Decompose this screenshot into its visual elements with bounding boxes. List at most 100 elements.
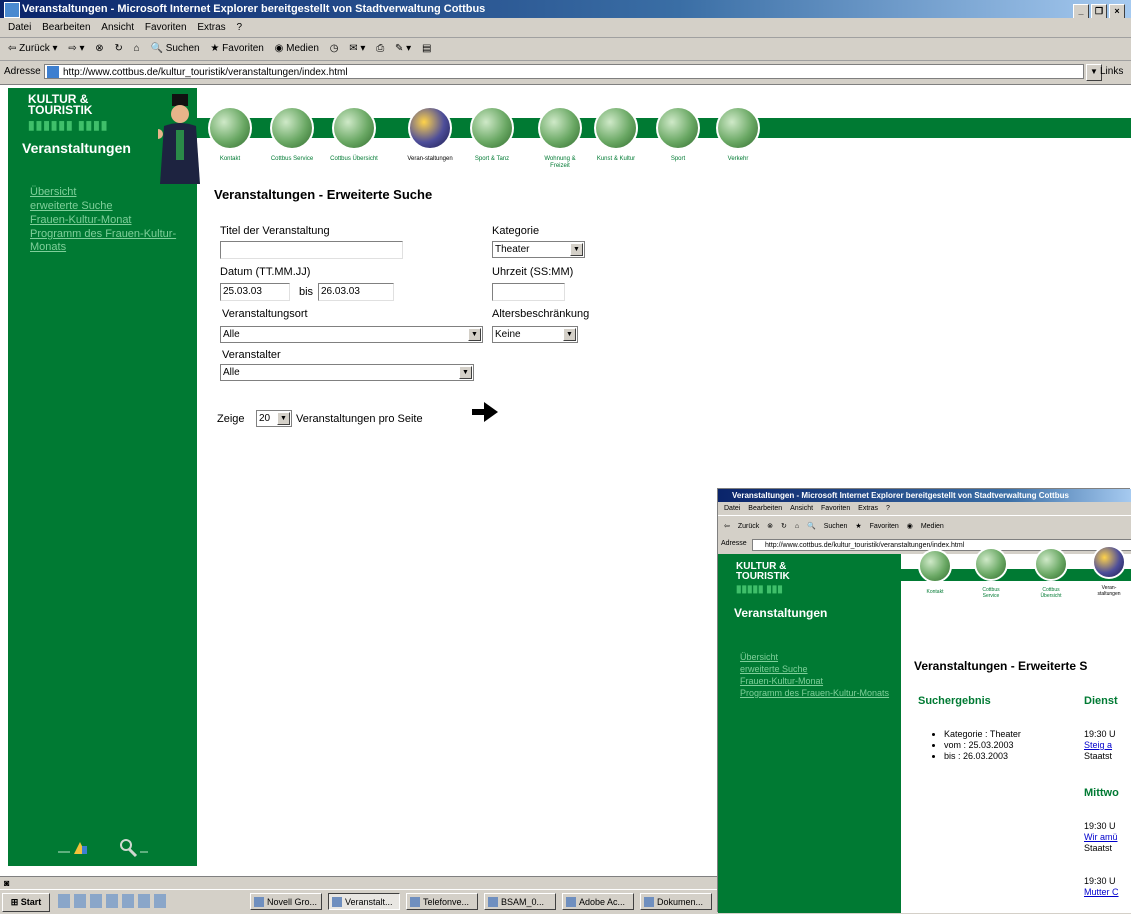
event-link[interactable]: Steig a: [1084, 740, 1112, 750]
nav-item-overview[interactable]: Cottbus Übersicht: [329, 106, 379, 163]
nav-item-leisure[interactable]: Wohnung & Freizeit: [535, 106, 585, 170]
app-quick-icon[interactable]: [122, 894, 134, 908]
outlook-quick-icon[interactable]: [90, 894, 102, 908]
inset-back-label: Zurück: [737, 523, 760, 530]
inset-link-overview[interactable]: Übersicht: [740, 652, 890, 663]
inset-menu-edit[interactable]: Bearbeiten: [748, 505, 782, 512]
inset-link-women-culture-program[interactable]: Programm des Frauen-Kultur-Monats: [740, 688, 890, 699]
task-novell[interactable]: Novell Gro...: [250, 893, 322, 910]
masks-icon: [408, 106, 452, 150]
address-label: Adresse: [4, 66, 41, 77]
chevron-down-icon: ▼: [277, 412, 290, 425]
inset-masks-icon[interactable]: [1092, 545, 1126, 579]
inset-globe-icon[interactable]: [974, 547, 1008, 581]
nav-item-service[interactable]: Cottbus Service: [267, 106, 317, 163]
inset-link-extended-search[interactable]: erweiterte Suche: [740, 664, 890, 675]
organizer-select[interactable]: Alle ▼: [220, 364, 474, 381]
refresh-icon[interactable]: ↻: [114, 38, 122, 60]
explorer-quick-icon[interactable]: [106, 894, 118, 908]
task-bsam[interactable]: BSAM_0...: [484, 893, 556, 910]
sidebar-link-overview[interactable]: Übersicht: [30, 186, 190, 199]
app-quick-icon[interactable]: [138, 894, 150, 908]
inset-menu-help[interactable]: ?: [886, 505, 890, 512]
mail-icon[interactable]: ✉ ▾: [349, 38, 365, 60]
results-heading: Suchergebnis: [918, 695, 991, 707]
inset-globe-icon[interactable]: [1034, 547, 1068, 581]
menu-edit[interactable]: Bearbeiten: [42, 22, 90, 33]
date-from-input[interactable]: 25.03.03: [220, 283, 290, 301]
magnifier-icon[interactable]: [120, 839, 148, 858]
inset-menu-tools[interactable]: Extras: [858, 505, 878, 512]
nav-item-sport[interactable]: Sport: [653, 106, 703, 163]
inset-home-icon[interactable]: ⌂: [795, 523, 799, 530]
event-link[interactable]: Wir amü: [1084, 832, 1118, 842]
task-dokument[interactable]: Dokumen...: [640, 893, 712, 910]
inset-link-women-culture-month[interactable]: Frauen-Kultur-Monat: [740, 676, 890, 687]
restore-button[interactable]: ❐: [1091, 4, 1107, 19]
page-icon: [47, 66, 59, 78]
inset-menu-view[interactable]: Ansicht: [790, 505, 813, 512]
inset-favorites-button[interactable]: ★ Favoriten: [855, 523, 898, 530]
inset-stop-icon[interactable]: ⊗: [767, 523, 773, 530]
inset-address-field[interactable]: http://www.cottbus.de/kultur_touristik/v…: [752, 539, 1131, 551]
links-button[interactable]: Links: [1100, 66, 1123, 77]
inset-globe-icon[interactable]: [918, 549, 952, 583]
desktop-icon[interactable]: [58, 894, 70, 908]
nav-item-traffic[interactable]: Verkehr: [713, 106, 763, 163]
favorites-button[interactable]: ★ Favoriten: [210, 38, 263, 60]
print-icon[interactable]: ⎙: [376, 38, 384, 60]
submit-arrow-icon[interactable]: [472, 402, 498, 422]
per-page-select[interactable]: 20 ▼: [256, 410, 292, 427]
search-button[interactable]: 🔍 Suchen: [150, 38, 199, 60]
sidebar-link-women-culture-month[interactable]: Frauen-Kultur-Monat: [30, 214, 190, 227]
forward-button[interactable]: ⇨ ▾: [68, 38, 84, 60]
age-select[interactable]: Keine ▼: [492, 326, 578, 343]
back-button[interactable]: ⇦ Zurück ▾: [8, 38, 58, 60]
start-button[interactable]: ⊞ Start: [2, 893, 50, 912]
event-link[interactable]: Mutter C: [1084, 887, 1119, 897]
menu-favorites[interactable]: Favoriten: [145, 22, 187, 33]
window-titlebar: Veranstaltungen - Microsoft Internet Exp…: [0, 0, 1131, 19]
inset-refresh-icon[interactable]: ↻: [781, 523, 787, 530]
task-veranstaltungen[interactable]: Veranstalt...: [328, 893, 400, 910]
date-to-label: bis: [299, 286, 314, 298]
app-quick-icon[interactable]: [154, 894, 166, 908]
edit-icon[interactable]: ✎ ▾: [395, 38, 411, 60]
globe-icon: [332, 106, 376, 150]
nav-item-art-culture[interactable]: Kunst & Kultur: [591, 106, 641, 163]
history-icon[interactable]: ◷: [330, 38, 339, 60]
inset-search-button[interactable]: 🔍 Suchen: [807, 523, 847, 530]
time-input[interactable]: [492, 283, 565, 301]
category-select[interactable]: Theater ▼: [492, 241, 585, 258]
date-to-input[interactable]: 26.03.03: [318, 283, 394, 301]
home-icon[interactable]: ⌂: [134, 38, 140, 60]
task-adobe[interactable]: Adobe Ac...: [562, 893, 634, 910]
nav-item-contact[interactable]: Kontakt: [205, 106, 255, 163]
task-telefon[interactable]: Telefonve...: [406, 893, 478, 910]
media-button[interactable]: ◉ Medien: [275, 38, 319, 60]
address-field[interactable]: http://www.cottbus.de/kultur_touristik/v…: [44, 64, 1084, 79]
menu-help[interactable]: ?: [236, 22, 242, 33]
nav-item-sport-dance[interactable]: Sport & Tanz: [467, 106, 517, 163]
inset-back-button[interactable]: ⇦ Zurück: [724, 523, 759, 530]
inset-media-label: Medien: [920, 523, 944, 530]
inset-menu-file[interactable]: Datei: [724, 505, 740, 512]
title-input[interactable]: [220, 241, 403, 259]
home-tree-icon[interactable]: [58, 842, 87, 854]
inset-menu-favorites[interactable]: Favoriten: [821, 505, 850, 512]
sidebar-link-women-culture-program[interactable]: Programm des Frauen-Kultur-Monats: [30, 228, 190, 254]
nav-label: Cottbus Service: [270, 156, 314, 162]
menu-view[interactable]: Ansicht: [101, 22, 134, 33]
inset-media-button[interactable]: ◉ Medien: [907, 523, 944, 530]
stop-icon[interactable]: ⊗: [95, 38, 103, 60]
sidebar-link-extended-search[interactable]: erweiterte Suche: [30, 200, 190, 213]
menu-tools[interactable]: Extras: [197, 22, 225, 33]
discuss-icon[interactable]: ▤: [422, 38, 431, 60]
venue-select[interactable]: Alle ▼: [220, 326, 483, 343]
close-button[interactable]: ×: [1109, 4, 1125, 19]
nav-label: Sport & Tanz: [474, 156, 510, 162]
minimize-button[interactable]: _: [1073, 4, 1089, 19]
nav-item-events[interactable]: Veran-staltungen: [405, 106, 455, 163]
ie-quick-icon[interactable]: [74, 894, 86, 908]
menu-file[interactable]: Datei: [8, 22, 31, 33]
